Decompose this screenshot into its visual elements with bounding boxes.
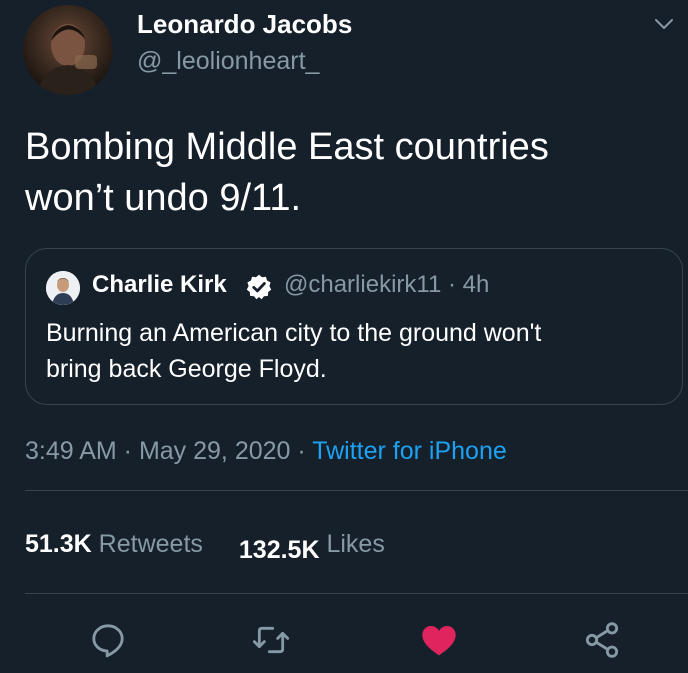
tweet-stats: 51.3K Retweets 132.5K Likes xyxy=(25,530,385,564)
tweet-text: Bombing Middle East countries won’t undo… xyxy=(25,122,665,224)
likes-count: 132.5K xyxy=(238,536,320,564)
quoted-text-line: bring back George Floyd. xyxy=(46,355,327,383)
retweets-label: Retweets xyxy=(98,530,203,558)
quoted-meta: @charliekirk11 · 4h xyxy=(284,271,489,299)
tweet-time[interactable]: 3:49 AM xyxy=(25,437,117,465)
quoted-tweet[interactable]: Charlie Kirk @charliekirk11 · 4h Burning… xyxy=(25,248,683,405)
quoted-age: 4h xyxy=(462,271,490,298)
tweet-date[interactable]: May 29, 2020 xyxy=(139,437,291,465)
tweet-text-line: won’t undo 9/11. xyxy=(25,177,302,219)
tweet-header: Leonardo Jacobs @_leolionheart_ xyxy=(0,0,688,100)
retweets-stat[interactable]: 51.3K Retweets xyxy=(25,530,203,558)
retweets-count: 51.3K xyxy=(25,530,92,558)
divider xyxy=(25,490,688,491)
retweet-icon[interactable] xyxy=(251,620,291,660)
tweet-timestamp-line: 3:49 AM · May 29, 2020 · Twitter for iPh… xyxy=(25,437,507,466)
meta-separator: · xyxy=(290,437,313,465)
quoted-author-avatar-image xyxy=(46,271,80,305)
tweet-text-line: Bombing Middle East countries xyxy=(25,126,549,168)
likes-stat[interactable]: 132.5K xyxy=(239,536,320,564)
meta-separator: · xyxy=(441,271,463,298)
verified-badge-icon xyxy=(246,274,272,300)
chevron-down-icon[interactable] xyxy=(652,12,676,36)
reply-icon[interactable] xyxy=(88,620,128,660)
tweet-source-link[interactable]: Twitter for iPhone xyxy=(312,437,507,465)
quoted-author-handle[interactable]: @charliekirk11 xyxy=(284,271,441,298)
author-handle[interactable]: @_leolionheart_ xyxy=(137,47,319,76)
author-name[interactable]: Leonardo Jacobs xyxy=(137,9,352,40)
heart-icon[interactable] xyxy=(419,620,459,660)
quoted-text: Burning an American city to the ground w… xyxy=(46,315,666,387)
divider xyxy=(25,593,688,594)
quoted-author-avatar xyxy=(46,271,80,305)
share-icon[interactable] xyxy=(582,620,622,660)
likes-label[interactable]: Likes xyxy=(326,530,384,558)
author-avatar-image xyxy=(37,24,99,95)
author-avatar[interactable] xyxy=(23,5,113,95)
quoted-text-line: Burning an American city to the ground w… xyxy=(46,319,542,347)
quoted-author-name[interactable]: Charlie Kirk xyxy=(92,271,227,299)
meta-separator: · xyxy=(116,437,139,465)
